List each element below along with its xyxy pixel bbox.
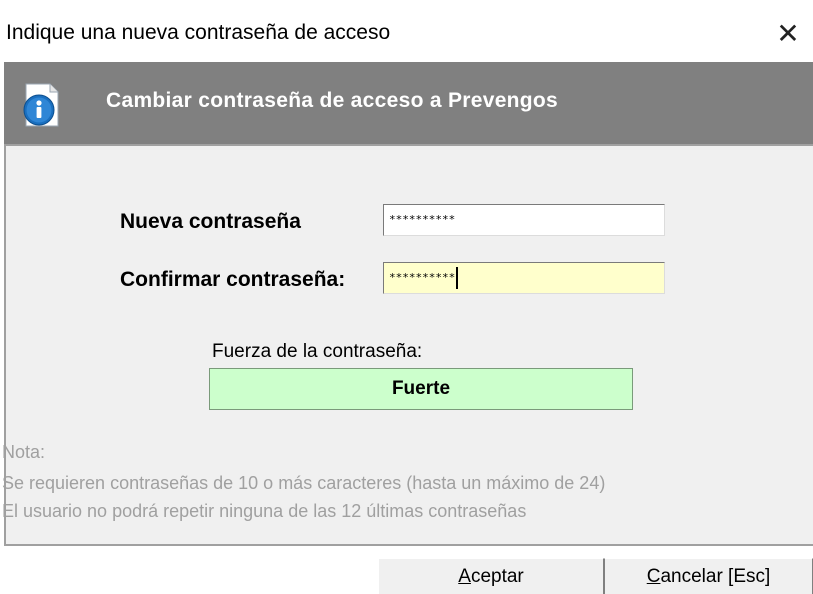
- note-title: Nota:: [2, 442, 46, 462]
- new-password-field[interactable]: **********: [383, 204, 665, 236]
- cancel-label: Cancelar [Esc]: [647, 566, 771, 588]
- password-strength-value: Fuerte: [391, 378, 451, 399]
- form-area: Nueva contraseña ********** Confirmar co…: [2, 144, 813, 544]
- text-caret: [456, 267, 459, 289]
- note-line-length: Se requieren contraseñas de 10 o más car…: [2, 473, 606, 493]
- cancel-mnemonic: C: [646, 565, 661, 587]
- cancel-button[interactable]: Cancelar [Esc]: [604, 558, 813, 594]
- header-banner: Cambiar contraseña de acceso a Prevengos: [0, 62, 813, 144]
- cancel-label-rest: ancelar [Esc]: [660, 565, 771, 587]
- info-icon: [23, 83, 59, 127]
- note-line-history: El usuario no podrá repetir ninguna de l…: [2, 501, 527, 521]
- accept-label-rest: ceptar: [470, 565, 524, 587]
- close-icon: ✕: [776, 17, 800, 49]
- header-title: Cambiar contraseña de acceso a Prevengos: [106, 89, 559, 112]
- new-password-value: **********: [389, 213, 456, 226]
- title-bar[interactable]: Indique una nueva contraseña de acceso ✕: [0, 0, 813, 62]
- close-button[interactable]: ✕: [763, 8, 813, 58]
- accept-label: Aceptar: [458, 566, 524, 588]
- password-strength-indicator: Fuerte: [209, 368, 633, 410]
- confirm-password-label: Confirmar contraseña:: [120, 268, 346, 291]
- new-password-label: Nueva contraseña: [120, 210, 301, 233]
- accept-mnemonic: A: [458, 565, 471, 587]
- window-title: Indique una nueva contraseña de acceso: [6, 21, 391, 44]
- confirm-password-field[interactable]: **********: [383, 262, 665, 294]
- password-dialog: Indique una nueva contraseña de acceso ✕…: [0, 0, 813, 594]
- accept-button[interactable]: Aceptar: [378, 558, 604, 594]
- confirm-password-value: **********: [389, 271, 456, 284]
- footer-divider: [4, 544, 813, 546]
- password-strength-label: Fuerza de la contraseña:: [212, 341, 423, 362]
